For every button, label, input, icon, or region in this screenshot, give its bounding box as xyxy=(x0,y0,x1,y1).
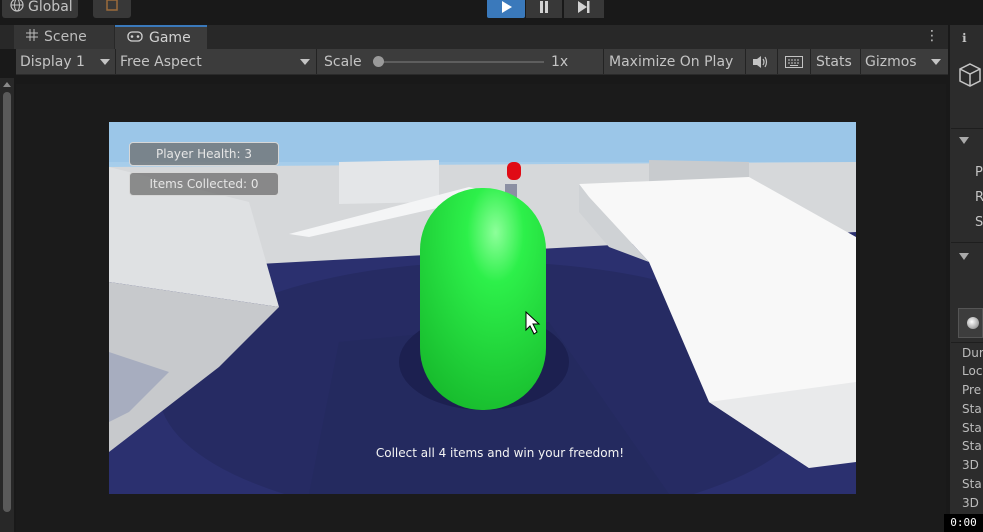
chevron-down-icon xyxy=(100,58,110,65)
step-icon xyxy=(578,1,590,13)
scale-slider-track[interactable] xyxy=(378,61,544,63)
maximize-on-play-toggle[interactable]: Maximize On Play xyxy=(609,49,747,74)
pause-button[interactable] xyxy=(526,0,562,18)
inspector-panel xyxy=(950,25,983,532)
scale-slider-handle[interactable] xyxy=(373,56,384,67)
display-dropdown[interactable]: Display 1 xyxy=(18,49,114,74)
pause-icon xyxy=(540,1,548,13)
property-label: Sta xyxy=(962,421,982,435)
recording-timer: 0:00 xyxy=(944,514,983,532)
gamepad-icon xyxy=(127,30,143,46)
chevron-down-icon xyxy=(931,58,941,65)
property-label: Sta xyxy=(962,477,982,491)
divider xyxy=(777,49,778,74)
step-button[interactable] xyxy=(564,0,604,18)
scroll-up-icon[interactable] xyxy=(3,82,11,87)
divider xyxy=(860,49,861,74)
objective-message: Collect all 4 items and win your freedom… xyxy=(375,446,625,460)
info-icon[interactable]: ℹ xyxy=(962,31,967,45)
keyboard-icon xyxy=(785,55,803,68)
component-field-label: R xyxy=(975,190,983,205)
globe-icon xyxy=(10,0,24,16)
mute-audio-button[interactable] xyxy=(752,49,774,74)
aspect-label: Free Aspect xyxy=(120,53,202,70)
property-label: Sta xyxy=(962,439,982,453)
scale-label: Scale xyxy=(324,53,362,70)
divider xyxy=(316,49,317,74)
foldout-arrow-icon[interactable] xyxy=(959,137,969,144)
gizmos-dropdown[interactable] xyxy=(926,49,946,74)
property-label: Dur xyxy=(962,346,983,360)
divider xyxy=(115,49,116,74)
more-options-icon[interactable]: ⋮ xyxy=(922,28,942,46)
property-label: 3D xyxy=(962,458,979,472)
shortcuts-button[interactable] xyxy=(785,49,807,74)
property-label: Loc xyxy=(962,364,983,378)
play-button[interactable] xyxy=(487,0,525,18)
property-label: Sta xyxy=(962,402,982,416)
snap-icon xyxy=(106,0,118,11)
global-label: Global xyxy=(28,0,73,15)
component-field-label: S xyxy=(975,215,983,230)
divider xyxy=(603,49,604,74)
aspect-dropdown[interactable]: Free Aspect xyxy=(118,49,314,74)
items-collected-label: Items Collected: 0 xyxy=(129,172,279,196)
foldout-arrow-icon[interactable] xyxy=(959,253,969,260)
snap-toggle-button[interactable] xyxy=(93,0,131,18)
tab-scene[interactable]: Scene xyxy=(14,25,114,49)
tab-game[interactable]: Game xyxy=(115,25,207,49)
scale-value: 1x xyxy=(551,53,569,70)
divider xyxy=(951,342,983,343)
cube-icon xyxy=(958,62,982,92)
component-field-label: P xyxy=(975,165,983,180)
stats-toggle[interactable]: Stats xyxy=(816,49,858,74)
material-preview[interactable] xyxy=(958,308,983,338)
chevron-down-icon xyxy=(300,58,310,65)
global-pivot-button[interactable]: Global xyxy=(2,0,78,18)
divider xyxy=(810,49,811,74)
grid-icon xyxy=(26,29,38,45)
tab-game-label: Game xyxy=(149,30,191,46)
divider xyxy=(745,49,746,74)
divider xyxy=(951,128,983,129)
tab-scene-label: Scene xyxy=(44,29,87,45)
player-health-label: Player Health: 3 xyxy=(129,142,279,166)
property-label: Pre xyxy=(962,383,982,397)
gizmos-toggle[interactable]: Gizmos xyxy=(865,49,921,74)
property-label: 3D xyxy=(962,496,979,510)
display-label: Display 1 xyxy=(20,53,85,70)
speaker-icon xyxy=(753,55,768,68)
scrollbar-thumb[interactable] xyxy=(3,92,11,512)
play-icon xyxy=(502,1,512,13)
divider xyxy=(951,242,983,243)
